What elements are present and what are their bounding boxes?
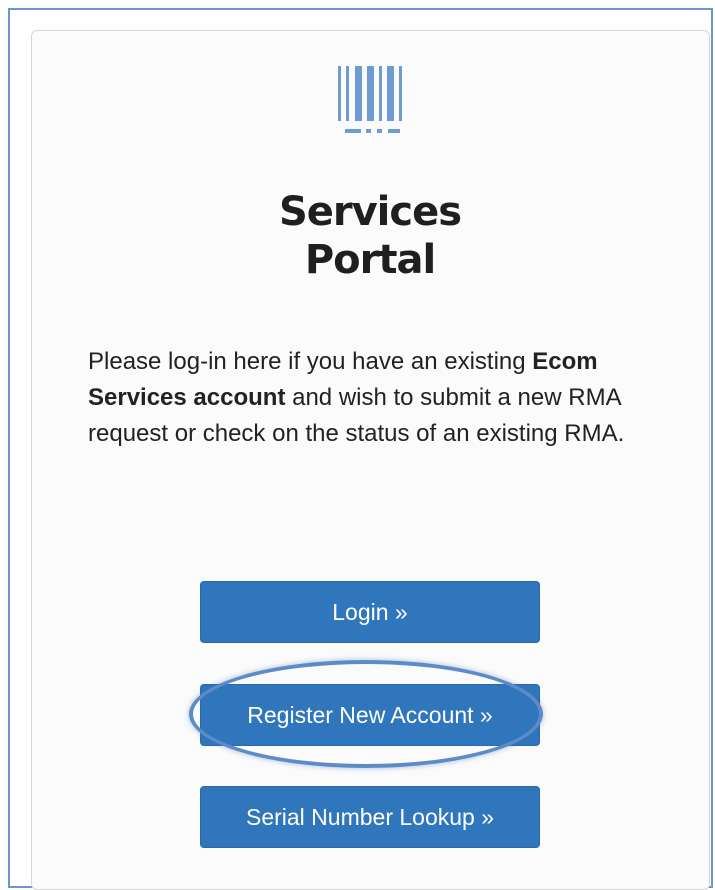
register-new-account-button[interactable]: Register New Account »: [200, 684, 540, 746]
description-text-1: Please log-in here if you have an existi…: [88, 348, 533, 375]
page-title-line1: Services: [278, 189, 462, 235]
page-title-line2: Portal: [304, 237, 436, 283]
register-button-label: Register New Account »: [247, 701, 493, 728]
page-title: Services Portal: [180, 188, 560, 284]
serial-number-lookup-button[interactable]: Serial Number Lookup »: [200, 786, 540, 848]
login-description: Please log-in here if you have an existi…: [88, 344, 668, 452]
login-button-label: Login »: [332, 598, 408, 625]
barcode-icon: [338, 66, 402, 133]
serial-button-label: Serial Number Lookup »: [245, 803, 495, 830]
services-portal-card: [31, 30, 710, 890]
login-button[interactable]: Login »: [200, 581, 540, 643]
